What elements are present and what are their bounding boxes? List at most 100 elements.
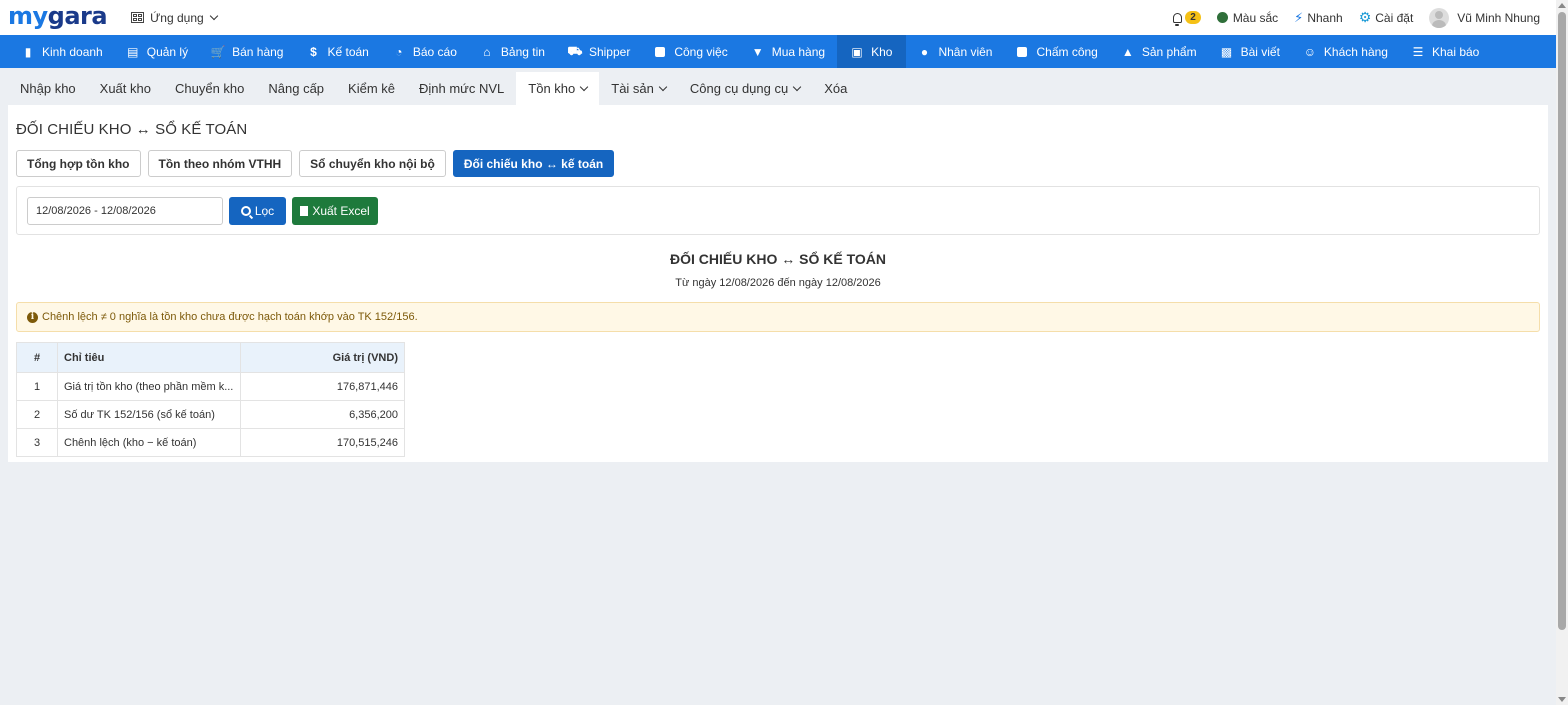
bolt-icon: ⚡ <box>1294 9 1304 25</box>
color-theme-label: Màu sắc <box>1232 10 1279 25</box>
table-header-row: # Chỉ tiêu Giá trị (VND) <box>16 342 405 373</box>
date-range-input[interactable]: 12/08/2026 - 12/08/2026 <box>27 197 223 225</box>
scroll-down-arrow-icon[interactable] <box>1558 697 1566 702</box>
tab-cong-cu-dung-cu[interactable]: Công cụ dụng cụ <box>678 72 812 105</box>
notifications-button[interactable]: 2 <box>1173 11 1201 26</box>
user-menu[interactable]: Vũ Minh Nhung <box>1429 7 1540 28</box>
main-nav: ▮ Kinh doanh ▤ Quản lý 🛒 Bán hàng $ Kế toán … <box>0 35 1556 68</box>
tab-tai-san[interactable]: Tài sản <box>599 72 678 105</box>
column-header-no: # <box>16 342 58 373</box>
list-icon: ☰ <box>1412 44 1424 59</box>
filter-button[interactable]: Lọc <box>229 197 286 225</box>
settings-label: Cài đặt <box>1375 10 1414 25</box>
search-icon <box>240 206 251 216</box>
nav-item-nhan-vien[interactable]: ● Nhân viên <box>906 35 1004 68</box>
info-alert: i Chênh lệch ≠ 0 nghĩa là tồn kho chưa đ… <box>16 302 1540 332</box>
table-row: 3 Chênh lệch (kho − kế toán) 170,515,246 <box>16 428 405 457</box>
quick-label: Nhanh <box>1307 10 1343 25</box>
export-excel-button[interactable]: Xuất Excel <box>292 197 378 225</box>
row-name: Chênh lệch (kho − kế toán) <box>57 428 241 457</box>
warehouse-icon: ▣ <box>851 44 863 59</box>
tab-nang-cap[interactable]: Nâng cấp <box>256 72 336 105</box>
scroll-up-arrow-icon[interactable] <box>1558 3 1566 8</box>
report-button-tong-hop-ton-kho[interactable]: Tổng hợp tồn kho <box>16 150 141 177</box>
filter-box: 12/08/2026 - 12/08/2026 Lọc Xuất Excel <box>16 186 1540 235</box>
page-scrollbar[interactable] <box>1556 0 1568 705</box>
nav-item-san-pham[interactable]: ▲ Sản phẩm <box>1110 35 1209 68</box>
chevron-down-icon <box>209 11 218 20</box>
tab-ton-kho[interactable]: Tồn kho <box>516 72 600 105</box>
row-value: 176,871,446 <box>240 372 405 401</box>
quick-button[interactable]: ⚡ Nhanh <box>1294 10 1343 26</box>
content-panel: ĐỐI CHIẾU KHO ↔ SỔ KẾ TOÁN Tổng hợp tồn … <box>8 105 1548 462</box>
truck-icon: ⛟ <box>567 43 583 58</box>
home-icon: ⌂ <box>483 44 491 59</box>
row-no: 3 <box>16 428 58 457</box>
palette-icon <box>1216 12 1228 23</box>
nav-item-mua-hang[interactable]: ▼ Mua hàng <box>740 35 837 68</box>
gear-icon: ⚙ <box>1358 9 1372 25</box>
settings-button[interactable]: ⚙ Cài đặt <box>1359 9 1414 26</box>
nav-item-khach-hang[interactable]: ☺ Khách hàng <box>1292 35 1400 68</box>
nav-item-kinh-doanh[interactable]: ▮ Kinh doanh <box>10 35 115 68</box>
tab-nhap-kho[interactable]: Nhập kho <box>8 72 88 105</box>
logo[interactable]: mygara <box>8 2 108 30</box>
nav-item-kho[interactable]: ▣ Kho <box>837 35 907 68</box>
table-row: 2 Số dư TK 152/156 (sổ kế toán) 6,356,20… <box>16 400 405 429</box>
color-theme-button[interactable]: Màu sắc <box>1216 10 1279 25</box>
report-button-doi-chieu[interactable]: Đối chiếu kho ↔ kế toán <box>452 150 615 177</box>
report-button-group: Tổng hợp tồn kho Tồn theo nhóm VTHH Sổ c… <box>16 150 615 177</box>
basket-icon: ▼ <box>751 44 764 59</box>
nav-item-khai-bao[interactable]: ☰ Khai báo <box>1400 35 1491 68</box>
tab-chuyen-kho[interactable]: Chuyển kho <box>163 72 256 105</box>
nav-item-bai-viet[interactable]: ▩ Bài viết <box>1209 35 1292 68</box>
tab-xuat-kho[interactable]: Xuất kho <box>88 72 163 105</box>
notification-badge: 2 <box>1185 11 1201 24</box>
nav-item-cong-viec[interactable]: Công việc <box>642 35 739 68</box>
row-name: Giá trị tồn kho (theo phần mềm k... <box>57 372 241 401</box>
pie-chart-icon: ◔ <box>395 44 403 59</box>
report-subtitle: Từ ngày 12/08/2026 đến ngày 12/08/2026 <box>675 277 881 289</box>
bell-icon <box>1173 12 1183 26</box>
newspaper-icon: ▩ <box>1220 44 1233 59</box>
row-value: 6,356,200 <box>240 400 405 429</box>
nav-item-ban-hang[interactable]: 🛒 Bán hàng <box>200 35 295 68</box>
reconciliation-table: # Chỉ tiêu Giá trị (VND) 1 Giá trị tồn k… <box>16 342 405 457</box>
nav-item-quan-ly[interactable]: ▤ Quản lý <box>115 35 200 68</box>
nav-item-bao-cao[interactable]: ◔ Báo cáo <box>381 35 469 68</box>
chevron-down-icon <box>658 82 668 91</box>
nav-item-ke-toan[interactable]: $ Kế toán <box>295 35 380 68</box>
top-bar: mygara Ứng dụng 2 Màu sắc ⚡ Nhanh ⚙ Cài … <box>0 0 1556 35</box>
apps-label: Ứng dụng <box>150 10 204 25</box>
tab-dinh-muc-nvl[interactable]: Định mức NVL <box>407 72 516 105</box>
user-name: Vũ Minh Nhung <box>1457 10 1540 25</box>
id-card-icon: ▤ <box>127 44 139 59</box>
nav-item-cham-cong[interactable]: Chấm công <box>1004 35 1109 68</box>
report-button-ton-theo-nhom[interactable]: Tồn theo nhóm VTHH <box>147 150 293 177</box>
nav-item-shipper[interactable]: ⛟ Shipper <box>557 35 642 68</box>
user-icon: ● <box>920 44 929 59</box>
scroll-thumb[interactable] <box>1558 12 1566 630</box>
calendar-icon <box>1016 46 1028 58</box>
cube-icon: ▲ <box>1121 44 1134 59</box>
row-no: 2 <box>16 400 58 429</box>
cart-icon: 🛒 <box>210 44 226 59</box>
sub-nav: Nhập kho Xuất kho Chuyển kho Nâng cấp Ki… <box>8 72 1548 105</box>
chevron-down-icon <box>792 82 802 91</box>
report-button-so-chuyen-kho[interactable]: Sổ chuyển kho nội bộ <box>299 150 446 177</box>
page-title: ĐỐI CHIẾU KHO ↔ SỔ KẾ TOÁN <box>16 121 248 138</box>
tab-kiem-ke[interactable]: Kiểm kê <box>336 72 407 105</box>
file-icon <box>300 206 309 216</box>
row-name: Số dư TK 152/156 (sổ kế toán) <box>57 400 241 429</box>
row-no: 1 <box>16 372 58 401</box>
avatar <box>1429 7 1450 28</box>
report-title: ĐỐI CHIẾU KHO ↔ SỔ KẾ TOÁN <box>670 251 886 267</box>
table-row: 1 Giá trị tồn kho (theo phần mềm k... 17… <box>16 372 405 401</box>
grid-icon <box>131 12 145 23</box>
chevron-down-icon <box>580 82 589 91</box>
smile-icon: ☺ <box>1303 44 1317 59</box>
apps-menu-button[interactable]: Ứng dụng <box>131 10 218 25</box>
nav-item-bang-tin[interactable]: ⌂ Bảng tin <box>469 35 557 68</box>
info-icon: i <box>27 311 38 323</box>
tab-xoa[interactable]: Xóa <box>812 72 859 105</box>
